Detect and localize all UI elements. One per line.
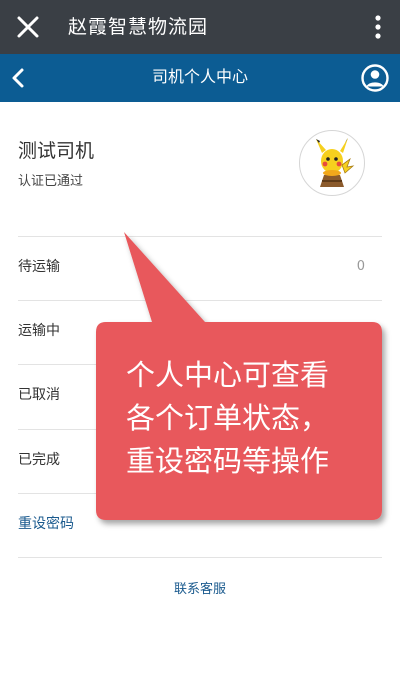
page-title: 司机个人中心	[151, 67, 248, 86]
divider	[18, 493, 382, 494]
reset-password-link[interactable]: 重设密码	[18, 513, 74, 535]
callout-line: 个人中心可查看	[126, 358, 330, 392]
order-count: 0	[356, 259, 365, 274]
verification-status: 认证已通过	[18, 174, 84, 189]
callout-line: 各个订单状态，	[126, 401, 330, 435]
close-icon[interactable]	[14, 13, 42, 41]
navigation-bar: 司机个人中心	[0, 54, 400, 102]
order-count: 0	[356, 323, 365, 338]
avatar[interactable]	[299, 130, 365, 196]
divider	[18, 557, 382, 558]
more-vertical-icon[interactable]	[374, 13, 382, 41]
driver-name: 测试司机	[18, 140, 95, 162]
order-status-label: 已完成	[18, 452, 60, 468]
user-circle-icon[interactable]	[360, 63, 390, 93]
order-status-label: 已取消	[18, 387, 60, 403]
callout-line: 重设密码等操作	[126, 444, 330, 478]
callout-text: 个人中心可查看 各个订单状态， 重设密码等操作	[126, 354, 366, 483]
window-title-bar: 赵霞智慧物流园	[0, 0, 400, 54]
order-status-label: 运输中	[18, 323, 60, 339]
contact-service-link[interactable]: 联系客服	[0, 579, 400, 601]
avatar-image	[316, 138, 355, 187]
window-title: 赵霞智慧物流园	[68, 16, 209, 38]
order-status-label: 待运输	[18, 259, 60, 275]
order-row-pending[interactable]: 待运输 0	[18, 236, 382, 300]
